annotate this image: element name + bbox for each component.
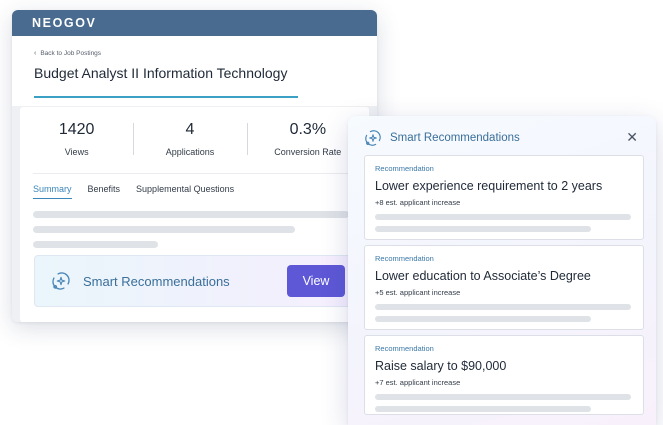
stats-row: 1420 Views 4 Applications 0.3% Conversio… — [20, 107, 369, 157]
recommendation-impact: +7 est. applicant increase — [375, 378, 461, 387]
job-posting-window: NEOGOV ‹ Back to Job Postings Budget Ana… — [12, 10, 377, 322]
recommendation-title: Lower education to Associate’s Degree — [375, 269, 591, 283]
recommendation-impact: +5 est. applicant increase — [375, 288, 461, 297]
placeholder-line — [375, 316, 591, 322]
placeholder-line — [33, 241, 158, 248]
view-recommendations-button[interactable]: View — [287, 265, 345, 297]
stat-label: Views — [64, 147, 89, 157]
close-icon[interactable]: ✕ — [626, 130, 638, 144]
tab-benefits[interactable]: Benefits — [88, 184, 121, 199]
placeholder-line — [375, 406, 591, 412]
stat-value: 1420 — [58, 121, 95, 138]
recommendation-card[interactable]: Recommendation Lower experience requirem… — [364, 155, 644, 240]
recommendation-tag: Recommendation — [375, 254, 434, 263]
stat-views: 1420 Views — [20, 121, 133, 157]
recommendation-card[interactable]: Recommendation Raise salary to $90,000 +… — [364, 335, 644, 415]
recommendation-tag: Recommendation — [375, 344, 434, 353]
chevron-left-icon: ‹ — [34, 50, 37, 57]
tab-supplemental-questions[interactable]: Supplemental Questions — [136, 184, 234, 199]
placeholder-line — [33, 226, 295, 233]
placeholder-line — [33, 211, 349, 218]
placeholder-line — [375, 304, 631, 310]
sparkle-icon — [52, 272, 70, 290]
back-link-label: Back to Job Postings — [40, 50, 102, 57]
panel-header: Smart Recommendations ✕ — [348, 116, 656, 160]
smart-recommendations-banner: Smart Recommendations View — [34, 255, 356, 307]
title-underline — [34, 96, 298, 98]
tab-summary[interactable]: Summary — [33, 184, 72, 199]
page-title: Budget Analyst II Information Technology — [34, 65, 288, 81]
placeholder-line — [375, 214, 631, 220]
recommendation-impact: +8 est. applicant increase — [375, 198, 461, 207]
recommendation-card[interactable]: Recommendation Lower education to Associ… — [364, 245, 644, 330]
posting-tabs: Summary Benefits Supplemental Questions — [33, 173, 356, 199]
recommendation-tag: Recommendation — [375, 164, 434, 173]
back-to-postings-link[interactable]: ‹ Back to Job Postings — [34, 50, 355, 57]
stat-applications: 4 Applications — [133, 121, 246, 157]
brand-logo: NEOGOV — [32, 16, 97, 30]
recommendation-title: Raise salary to $90,000 — [375, 359, 507, 373]
recommendation-title: Lower experience requirement to 2 years — [375, 179, 603, 193]
smart-recommendations-label: Smart Recommendations — [83, 273, 230, 289]
placeholder-line — [375, 394, 631, 400]
stat-value: 4 — [185, 121, 195, 138]
sparkle-icon — [365, 130, 381, 146]
placeholder-line — [375, 226, 591, 232]
smart-recommendations-panel: Smart Recommendations ✕ Recommendation L… — [348, 116, 656, 425]
stat-label: Applications — [165, 147, 215, 157]
app-topbar: NEOGOV — [12, 10, 377, 36]
panel-title: Smart Recommendations — [390, 132, 520, 144]
posting-header: ‹ Back to Job Postings Budget Analyst II… — [12, 36, 377, 106]
